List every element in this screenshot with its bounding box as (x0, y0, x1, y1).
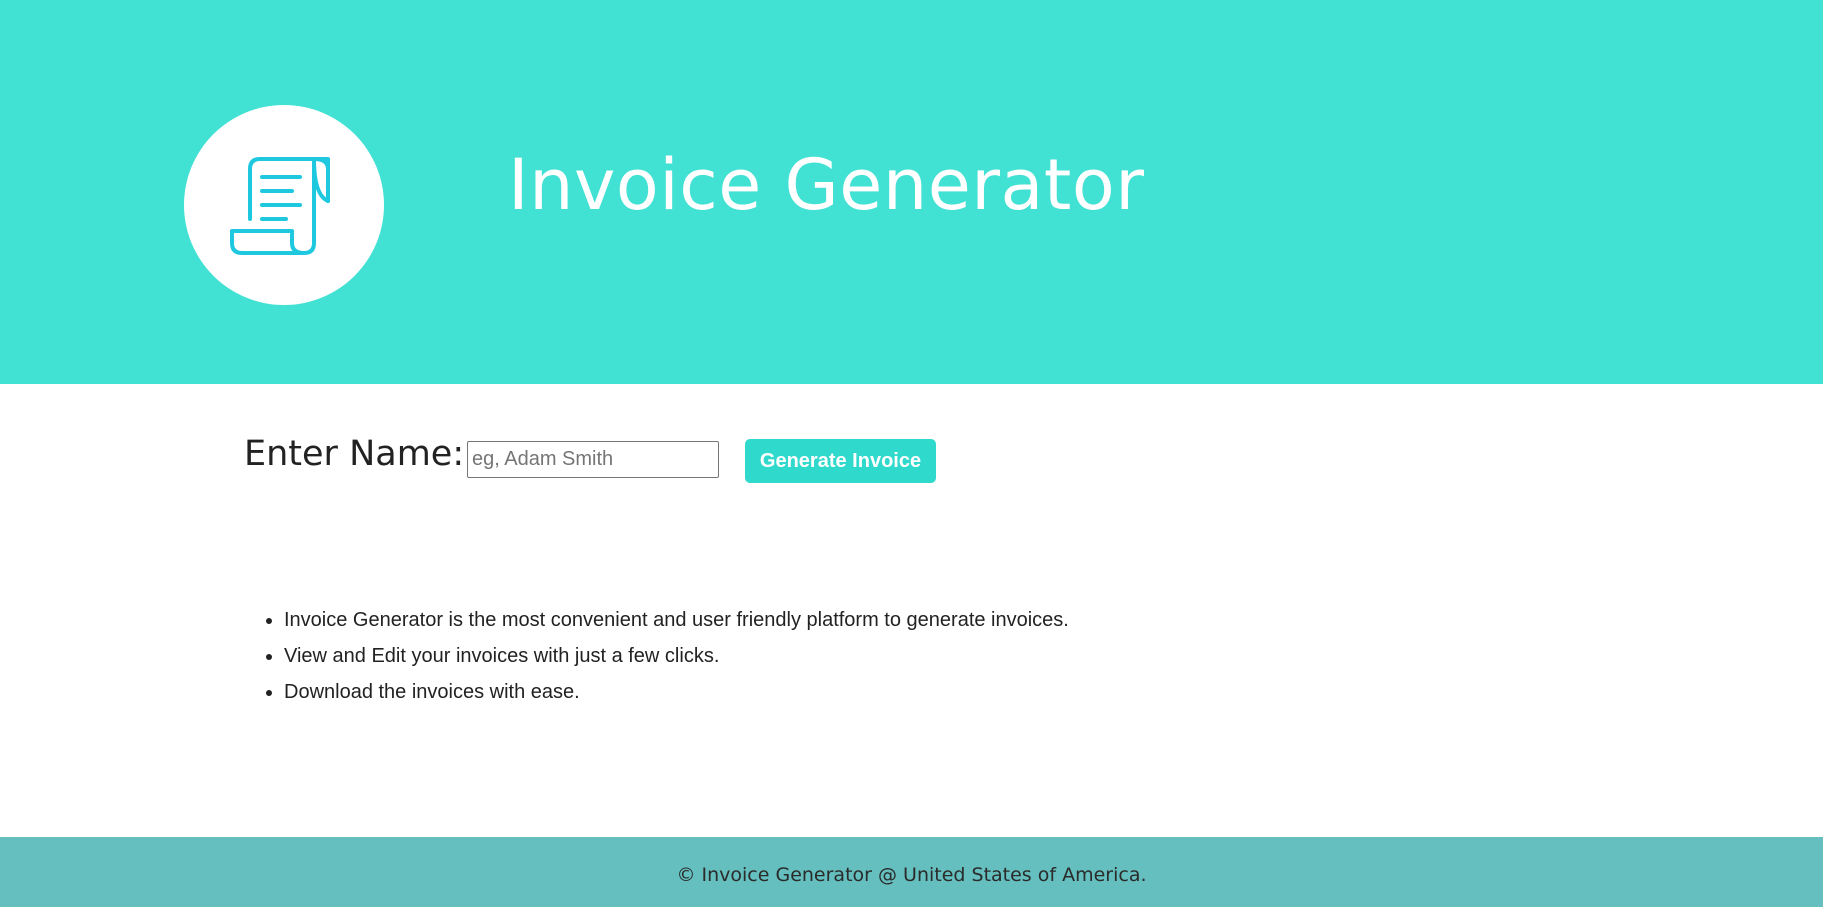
feature-item: View and Edit your invoices with just a … (284, 638, 1069, 674)
invoice-scroll-icon (230, 157, 330, 255)
feature-item: Invoice Generator is the most convenient… (284, 602, 1069, 638)
logo (184, 105, 384, 305)
name-input[interactable] (467, 441, 719, 478)
footer-copyright: © Invoice Generator @ United States of A… (676, 864, 1147, 886)
feature-item: Download the invoices with ease. (284, 674, 1069, 710)
footer: © Invoice Generator @ United States of A… (0, 837, 1823, 907)
page-title: Invoice Generator (508, 144, 1145, 226)
header-banner: Invoice Generator (0, 0, 1823, 384)
name-label: Enter Name: (244, 434, 465, 474)
feature-list: Invoice Generator is the most convenient… (244, 602, 1069, 710)
generate-invoice-button[interactable]: Generate Invoice (745, 439, 936, 483)
